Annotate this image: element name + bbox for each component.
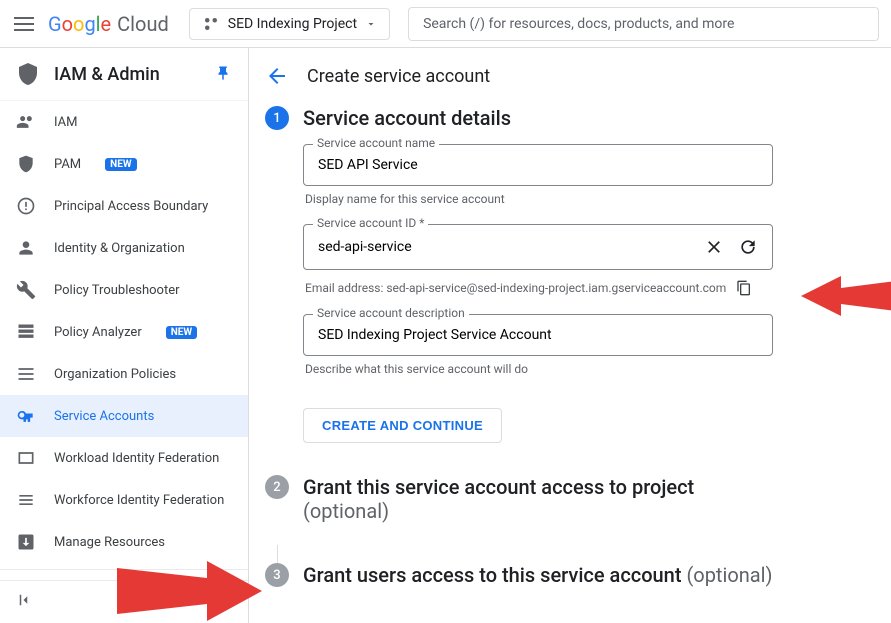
analyze-icon: [16, 322, 36, 342]
wrench-icon: [16, 280, 36, 300]
project-picker[interactable]: SED Indexing Project: [189, 8, 390, 40]
sidebar-item-workload-identity-federation[interactable]: Workload Identity Federation: [0, 437, 248, 479]
collapse-icon: [16, 591, 34, 609]
sidebar-title: IAM & Admin: [54, 64, 200, 85]
desc-field-hint: Describe what this service account will …: [305, 362, 871, 376]
sidebar-item-iam[interactable]: IAM: [0, 101, 248, 143]
refresh-icon[interactable]: [738, 237, 758, 257]
sidebar-item-workforce-identity-federation[interactable]: Workforce Identity Federation: [0, 479, 248, 521]
nav-label: Service Accounts: [54, 409, 154, 424]
email-value: sed-api-service@sed-indexing-project.iam…: [386, 281, 726, 295]
sidebar-item-organization-policies[interactable]: Organization Policies: [0, 353, 248, 395]
pin-icon[interactable]: [214, 65, 232, 83]
back-arrow-icon[interactable]: [265, 64, 289, 88]
copy-icon[interactable]: [736, 280, 752, 296]
boundary-icon: [16, 196, 36, 216]
key-icon: [16, 406, 36, 426]
service-account-name-input[interactable]: [318, 157, 758, 173]
nav-label: Workload Identity Federation: [54, 451, 219, 466]
annotation-arrow-done: [112, 556, 262, 623]
name-field-hint: Display name for this service account: [305, 192, 871, 206]
nav-label: Workforce Identity Federation: [54, 493, 224, 508]
new-badge: NEW: [105, 158, 136, 171]
step-2-number: 2: [265, 475, 289, 499]
nav-label: Principal Access Boundary: [54, 199, 208, 214]
desc-field-label: Service account description: [313, 306, 469, 320]
sidebar-item-identity-organization[interactable]: Identity & Organization: [0, 227, 248, 269]
clear-icon[interactable]: [704, 237, 724, 257]
project-name: SED Indexing Project: [228, 16, 357, 32]
logo-suffix: Cloud: [117, 12, 169, 36]
search-placeholder: Search (/) for resources, docs, products…: [423, 16, 734, 32]
list-icon: [16, 364, 36, 384]
search-input[interactable]: Search (/) for resources, docs, products…: [408, 7, 879, 41]
service-account-id-input[interactable]: [318, 239, 696, 255]
workforce-icon: [16, 490, 36, 510]
dropdown-icon: [365, 18, 377, 30]
nav-label: IAM: [54, 115, 77, 130]
menu-button[interactable]: [12, 12, 36, 36]
annotation-arrow-copy: [801, 266, 891, 326]
sidebar-item-principal-access-boundary[interactable]: Principal Access Boundary: [0, 185, 248, 227]
step-3-number: 3: [265, 563, 289, 587]
person-icon: [16, 238, 36, 258]
shield-icon: [16, 154, 36, 174]
service-account-desc-input[interactable]: [318, 327, 758, 343]
resources-icon: [16, 532, 36, 552]
google-cloud-logo[interactable]: Google Cloud: [48, 12, 169, 36]
nav-label: Manage Resources: [54, 535, 165, 550]
email-prefix: Email address:: [305, 281, 386, 295]
sidebar-item-pam[interactable]: PAM NEW: [0, 143, 248, 185]
page-title: Create service account: [307, 66, 490, 87]
step-1-title: Service account details: [303, 106, 871, 130]
name-field-label: Service account name: [313, 136, 439, 150]
step-1-number: 1: [265, 106, 289, 130]
sidebar-item-service-accounts[interactable]: Service Accounts: [0, 395, 248, 437]
project-icon: [202, 15, 220, 33]
people-icon: [16, 112, 36, 132]
sidebar-item-policy-troubleshooter[interactable]: Policy Troubleshooter: [0, 269, 248, 311]
new-badge: NEW: [166, 326, 197, 339]
create-and-continue-button[interactable]: CREATE AND CONTINUE: [303, 408, 502, 443]
step-2-title: Grant this service account access to pro…: [303, 475, 871, 523]
federation-icon: [16, 448, 36, 468]
step-3-title: Grant users access to this service accou…: [303, 563, 871, 587]
nav-label: Policy Troubleshooter: [54, 283, 180, 298]
nav-label: Identity & Organization: [54, 241, 185, 256]
nav-label: Policy Analyzer: [54, 325, 142, 340]
nav-label: Organization Policies: [54, 367, 176, 382]
sidebar-item-policy-analyzer[interactable]: Policy Analyzer NEW: [0, 311, 248, 353]
id-field-label: Service account ID *: [313, 216, 428, 230]
nav-label: PAM: [54, 157, 81, 172]
iam-admin-icon: [16, 62, 40, 86]
